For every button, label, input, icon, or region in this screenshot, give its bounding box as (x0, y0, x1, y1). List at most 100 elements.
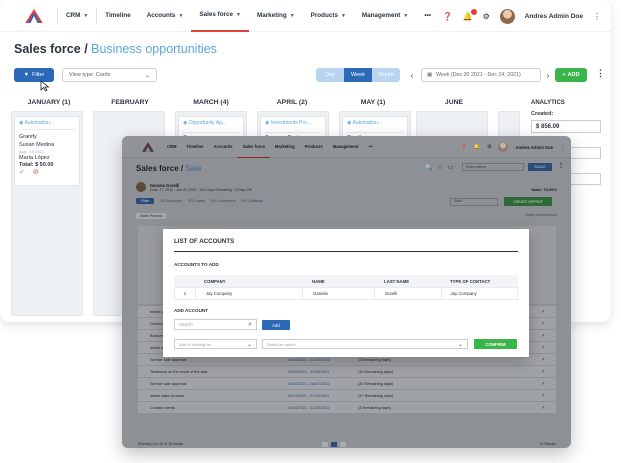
filter-button[interactable]: Filter (136, 198, 155, 204)
page-subtitle[interactable]: Business opportunities (91, 42, 217, 56)
nav-sales-force[interactable]: Sales force ▼ (191, 0, 249, 32)
row-date: 10/16/2021 - 12/16/2021 (288, 405, 330, 410)
tab-accounts[interactable]: 0/1 Accounts (160, 199, 182, 203)
help-icon[interactable]: ❓ (443, 12, 453, 21)
page-subtitle[interactable]: Sale (185, 164, 201, 173)
chat-icon[interactable]: ▭ (448, 164, 454, 171)
top-right-tools: ❓ 🔔 ⚙ Andres Admin Doe ⋮ (461, 136, 565, 158)
sales-performance-link[interactable]: Sales performance (525, 213, 557, 217)
page-button[interactable] (331, 442, 337, 447)
opportunity-card[interactable]: ◉ Automation... Granify Susan Medina Aug… (14, 116, 80, 186)
view-type-select[interactable]: View type: Cards ⌄ (62, 68, 157, 82)
chevron-right-icon[interactable]: › (542, 405, 544, 411)
analytics-heading: ANALYTICS (531, 100, 565, 106)
chevron-right-icon[interactable]: › (542, 309, 544, 315)
nav-more[interactable]: ••• (363, 136, 377, 158)
add-button[interactable]: + ADD (555, 68, 587, 82)
list-item[interactable]: Service sale approval 04/07/2021 - 08/07/… (138, 378, 556, 390)
row-remaining: (3 Remaining days) (358, 357, 391, 362)
column-header-june: JUNE (444, 99, 464, 106)
state-select[interactable]: State (450, 198, 498, 206)
sales-process-chip[interactable]: Sales Process (136, 213, 167, 219)
column-header-may: MAY (1) (360, 99, 386, 106)
create-opportunity-button[interactable]: CREATE OPPRNT (504, 197, 552, 206)
chevron-right-icon[interactable]: › (542, 345, 544, 351)
nav-sales-force[interactable]: Sales force (237, 136, 270, 158)
chevron-right-icon[interactable]: › (542, 381, 544, 387)
prev-arrow-icon[interactable]: ‹ (406, 68, 418, 82)
card-tag[interactable]: ◉ Automation... (19, 120, 75, 130)
nav-products[interactable]: Products ▼ (303, 0, 354, 32)
search-icon[interactable]: ⌕ (248, 321, 252, 329)
month-button[interactable]: Month (372, 68, 400, 82)
nav-crm[interactable]: CRM (162, 136, 182, 158)
page-button[interactable] (340, 442, 346, 447)
notification-bell-icon[interactable]: 🔔 (474, 144, 480, 150)
user-name[interactable]: Andres Admin Doe (515, 145, 553, 150)
nav-products[interactable]: Products (300, 136, 328, 158)
nav-management[interactable]: Management (328, 136, 364, 158)
settings-icon[interactable]: ⚙ (483, 12, 490, 21)
option-select[interactable]: Select an option ⌄ (262, 339, 468, 349)
card-company: Granify (19, 134, 37, 140)
confirm-button[interactable]: CONFIRM (474, 339, 517, 349)
existing-list-select[interactable]: Add to existing list ⌄ (174, 339, 257, 349)
kebab-menu-icon[interactable]: ⋮ (560, 144, 565, 150)
row-name: Service sale approval (150, 381, 187, 386)
tab-leads[interactable]: 0/3 Leads (188, 199, 205, 203)
nav-crm[interactable]: CRM ▼ (58, 0, 96, 32)
row-name: Inside sales process (150, 393, 185, 398)
nav-accounts[interactable]: Accounts ▼ (139, 0, 192, 32)
top-nav: CRM ▼ Timeline Accounts ▼ Sales force ▼ Mar… (0, 0, 611, 32)
tab-customers[interactable]: 0/1 Customers (211, 199, 236, 203)
nav-more[interactable]: ••• (416, 0, 439, 32)
scale-button[interactable]: SCALE (528, 163, 552, 171)
tab-contacts[interactable]: 0/0 Contacts (242, 199, 263, 203)
add-button[interactable]: Add (262, 320, 290, 330)
settings-icon[interactable]: ⚙ (487, 144, 491, 150)
nav-marketing[interactable]: Marketing (270, 136, 300, 158)
star-icon[interactable]: ☆ (437, 164, 442, 171)
table-row[interactable]: 1 Jay Company Daniela Gorelli Jay Compan… (174, 287, 518, 300)
user-name[interactable]: Andres Admin Doe (525, 13, 583, 20)
nav-management[interactable]: Management ▼ (354, 0, 416, 32)
check-icon[interactable]: ✓ (19, 168, 25, 176)
cancel-icon[interactable]: ⊘ (33, 168, 39, 176)
page-title-main: Sales force (14, 42, 81, 56)
next-arrow-icon[interactable]: › (542, 68, 554, 82)
app-logo-icon[interactable] (142, 141, 154, 152)
nav-marketing[interactable]: Marketing ▼ (249, 0, 303, 32)
search-icon[interactable]: 🔍 (425, 164, 432, 171)
chevron-right-icon[interactable]: › (542, 357, 544, 363)
list-item[interactable]: Contact clients 10/16/2021 - 12/16/2021 (3… (138, 402, 556, 414)
nav-timeline[interactable]: Timeline (97, 0, 138, 32)
column-header-february: FEBRUARY (111, 99, 149, 106)
avatar[interactable] (499, 8, 515, 24)
list-item[interactable]: Inside sales process 04/11/2021 - 01/15/2… (138, 390, 556, 402)
avatar[interactable] (498, 142, 509, 152)
help-icon[interactable]: ❓ (461, 144, 467, 150)
list-item[interactable]: Testimony on the result of the sale 05/28… (138, 366, 556, 378)
search-input[interactable]: Search ⌕ (174, 319, 257, 330)
add-account-heading: ADD ACCOUNT (174, 308, 209, 313)
status-select[interactable]: Select status (462, 163, 524, 171)
kebab-menu-icon[interactable]: ⋮ (558, 162, 564, 169)
week-button[interactable]: Week (344, 68, 372, 82)
app-logo-icon[interactable] (25, 8, 43, 23)
kebab-menu-icon[interactable]: ⋮ (596, 68, 605, 79)
chevron-right-icon[interactable]: › (542, 321, 544, 327)
chevron-down-icon: ⌄ (457, 341, 463, 348)
nav-accounts[interactable]: Accounts (208, 136, 237, 158)
nav-timeline[interactable]: Timeline (182, 136, 209, 158)
chevron-down-icon: ▼ (83, 12, 89, 19)
toolbar: ▼ Filter View type: Cards ⌄ Day Week Month… (14, 68, 605, 84)
chevron-right-icon[interactable]: › (542, 369, 544, 375)
calendar-icon: ▦ (427, 72, 433, 78)
chevron-right-icon[interactable]: › (542, 333, 544, 339)
page-button[interactable] (322, 442, 328, 447)
chevron-right-icon[interactable]: › (542, 393, 544, 399)
day-button[interactable]: Day (316, 68, 344, 82)
notification-bell-icon[interactable]: 🔔 (463, 8, 477, 21)
date-range-picker[interactable]: ▦ Week (Dec 20 2021 - Dec 24, 2021) (421, 68, 541, 82)
kebab-menu-icon[interactable]: ⋮ (593, 12, 601, 21)
